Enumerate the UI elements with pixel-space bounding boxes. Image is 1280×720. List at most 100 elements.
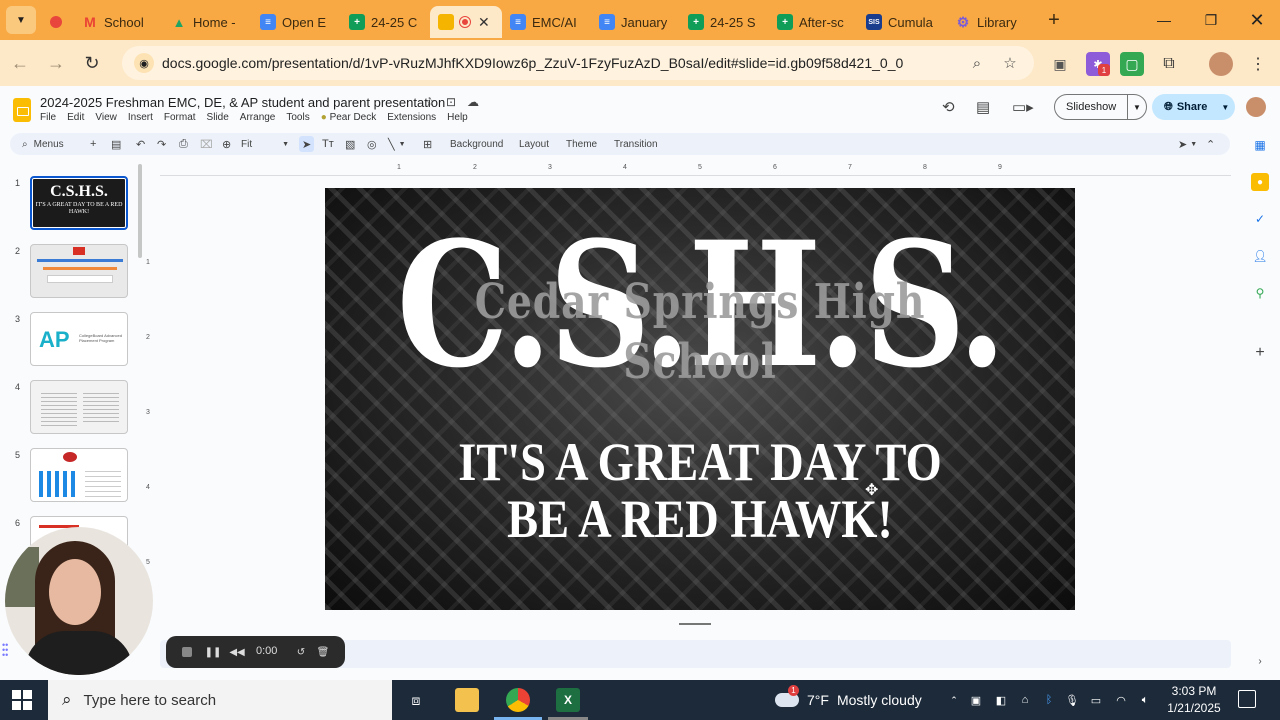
- speaker-notes-drag-handle[interactable]: [679, 623, 711, 625]
- undo-icon[interactable]: ↶: [136, 136, 145, 152]
- menu-help[interactable]: Help: [447, 112, 468, 123]
- maps-icon[interactable]: ⚲: [1251, 284, 1269, 302]
- menu-arrange[interactable]: Arrange: [240, 112, 276, 123]
- chevron-down-icon[interactable]: ▼: [1128, 103, 1141, 112]
- menu-tools[interactable]: Tools: [286, 112, 309, 123]
- minimize-button[interactable]: —: [1141, 0, 1187, 40]
- slide-thumbnail-5[interactable]: [30, 448, 128, 502]
- star-icon[interactable]: ☆: [425, 95, 436, 109]
- rewind-icon[interactable]: ◀◀: [229, 645, 244, 659]
- menu-insert[interactable]: Insert: [128, 112, 153, 123]
- slide-thumbnail-1[interactable]: C.S.H.S. IT'S A GREAT DAY TO BE A RED HA…: [30, 176, 128, 230]
- transition-button[interactable]: Transition: [614, 136, 658, 152]
- notification-center-icon[interactable]: [1238, 690, 1256, 708]
- close-icon[interactable]: ✕: [478, 14, 490, 31]
- print-icon[interactable]: ⎙: [179, 136, 188, 152]
- taskbar-clock[interactable]: 3:03 PM 1/21/2025: [1163, 683, 1225, 717]
- restart-icon[interactable]: ↺: [294, 645, 308, 659]
- tab-sheets-3[interactable]: + After-sc: [769, 6, 858, 38]
- tab-docs-1[interactable]: ≡ Open E: [252, 6, 341, 38]
- tab-search-button[interactable]: ▼: [6, 6, 36, 34]
- new-tab-button[interactable]: +: [1040, 6, 1068, 34]
- video-call-icon[interactable]: ▭▸: [1012, 98, 1034, 116]
- insert-comment-icon[interactable]: ⊞: [423, 136, 432, 152]
- tab-docs-2[interactable]: ≡ EMC/AI: [502, 6, 591, 38]
- forward-button[interactable]: →: [40, 47, 72, 79]
- slides-logo-icon[interactable]: [13, 98, 31, 122]
- tray-app-icon[interactable]: ▣: [968, 692, 984, 708]
- tab-recording[interactable]: [40, 6, 74, 38]
- slide-thumbnail-3[interactable]: AP CollegeBoard Advanced Placement Progr…: [30, 312, 128, 366]
- address-bar[interactable]: ◉ docs.google.com/presentation/d/1vP-vRu…: [122, 46, 1034, 80]
- move-folder-icon[interactable]: ⊡: [446, 95, 456, 109]
- pointer-mode-icon[interactable]: ➤ ▼: [1178, 136, 1197, 152]
- new-slide-icon[interactable]: +: [90, 136, 96, 152]
- slide-tagline-line1[interactable]: IT'S A GREAT DAY TO: [378, 433, 1023, 491]
- tab-slides-active[interactable]: ✕: [430, 6, 502, 38]
- tab-sis[interactable]: SIS Cumula: [858, 6, 947, 38]
- chevron-up-icon[interactable]: ⌃: [946, 692, 962, 708]
- tab-library[interactable]: ⚙ Library: [947, 6, 1036, 38]
- tray-app-icon[interactable]: ◧: [993, 692, 1009, 708]
- comments-icon[interactable]: ▤: [976, 98, 990, 116]
- menu-slide[interactable]: Slide: [207, 112, 229, 123]
- file-explorer-icon[interactable]: [455, 688, 479, 712]
- profile-avatar[interactable]: [1209, 52, 1233, 76]
- select-arrow-icon[interactable]: ➤: [299, 136, 315, 152]
- puzzle-icon[interactable]: ⧉: [1157, 52, 1181, 76]
- drag-grip-icon[interactable]: •• •• ••: [2, 641, 10, 660]
- more-vert-icon[interactable]: ⋮: [1246, 52, 1270, 76]
- extension-green-icon[interactable]: ▢: [1120, 52, 1144, 76]
- webcam-bubble[interactable]: [5, 527, 153, 675]
- collapse-toolbar-icon[interactable]: ⌃: [1206, 136, 1215, 152]
- slide-thumbnail-4[interactable]: [30, 380, 128, 434]
- cloud-saved-icon[interactable]: ☁: [467, 95, 479, 109]
- site-info-icon[interactable]: ◉: [134, 53, 154, 73]
- tray-app-icon[interactable]: ⌂: [1017, 692, 1033, 708]
- version-history-icon[interactable]: ⟲: [942, 98, 955, 116]
- line-icon[interactable]: ╲ ▼: [388, 136, 406, 152]
- reload-button[interactable]: ↻: [76, 47, 108, 79]
- volume-icon[interactable]: 🔈︎: [1137, 692, 1153, 708]
- share-button[interactable]: 🌐︎ Share ▼: [1152, 94, 1235, 120]
- layout-button[interactable]: Layout: [519, 136, 549, 152]
- slide-school-name[interactable]: Cedar Springs High School: [393, 272, 1008, 392]
- excel-icon[interactable]: X: [556, 688, 580, 712]
- tab-sheets-2[interactable]: + 24-25 S: [680, 6, 769, 38]
- pause-icon[interactable]: ❚❚: [205, 645, 222, 659]
- close-window-button[interactable]: ✕: [1234, 0, 1280, 40]
- image-icon[interactable]: ▧: [345, 136, 355, 152]
- back-button[interactable]: ←: [4, 47, 36, 79]
- slide-tagline-line2[interactable]: BE A RED HAWK!: [378, 490, 1023, 548]
- extension-cast-icon[interactable]: ▣: [1048, 52, 1072, 76]
- menu-extensions[interactable]: Extensions: [387, 112, 436, 123]
- battery-icon[interactable]: ▭: [1088, 692, 1104, 708]
- stop-recording-button[interactable]: [180, 645, 194, 659]
- layout-dropdown-icon[interactable]: ▤: [111, 136, 121, 152]
- slideshow-button[interactable]: Slideshow ▼: [1054, 94, 1147, 120]
- trash-icon[interactable]: 🗑︎: [316, 645, 330, 659]
- calendar-icon[interactable]: ▦: [1251, 136, 1269, 154]
- menu-edit[interactable]: Edit: [67, 112, 84, 123]
- tasks-icon[interactable]: ✓: [1251, 210, 1269, 228]
- zoom-icon[interactable]: ⌕: [967, 53, 987, 73]
- menu-pear-deck[interactable]: ● Pear Deck: [321, 112, 377, 123]
- paint-format-icon[interactable]: ⌧: [200, 136, 213, 152]
- tab-gmail[interactable]: M School: [74, 6, 163, 38]
- weather-widget[interactable]: 1 7°F Mostly cloudy: [775, 680, 922, 720]
- task-view-icon[interactable]: ⧈: [404, 688, 428, 712]
- add-addon-icon[interactable]: +: [1251, 344, 1269, 362]
- background-button[interactable]: Background: [450, 136, 503, 152]
- search-menus-button[interactable]: ⌕ Menus: [22, 136, 64, 152]
- chevron-right-icon[interactable]: ›: [1251, 652, 1269, 670]
- tab-drive[interactable]: ▲ Home -: [163, 6, 252, 38]
- menu-format[interactable]: Format: [164, 112, 196, 123]
- document-title[interactable]: 2024-2025 Freshman EMC, DE, & AP student…: [40, 95, 445, 110]
- keep-icon[interactable]: ●: [1251, 173, 1269, 191]
- account-avatar[interactable]: [1246, 97, 1266, 117]
- zoom-icon[interactable]: ⊕: [222, 136, 231, 152]
- microphone-icon[interactable]: 🎙︎: [1064, 692, 1080, 708]
- taskbar-search-box[interactable]: ⌕ Type here to search: [48, 680, 392, 720]
- wifi-icon[interactable]: ◠: [1113, 692, 1129, 708]
- tab-sheets-1[interactable]: + 24-25 C: [341, 6, 430, 38]
